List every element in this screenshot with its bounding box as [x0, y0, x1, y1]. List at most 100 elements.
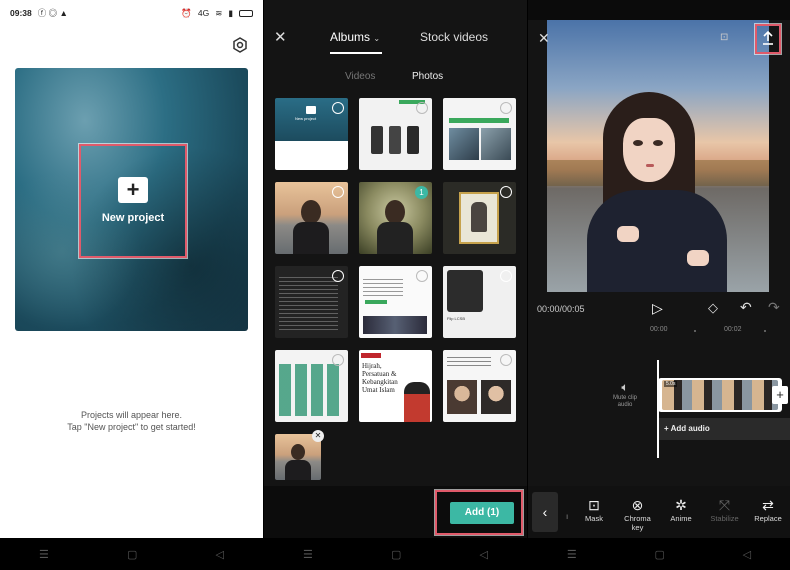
add-clip-button[interactable]: +: [772, 386, 788, 404]
tool-replace[interactable]: ⇄ Replace: [750, 496, 786, 532]
chroma-key-icon: ⊗: [631, 497, 644, 513]
grid-tiles: [279, 364, 343, 416]
resolution-icon[interactable]: ⊡: [720, 32, 728, 43]
character-hand: [687, 250, 709, 266]
menu-nav-icon[interactable]: ☰: [303, 548, 313, 561]
add-audio-track[interactable]: + Add audio: [658, 418, 790, 440]
photo-thumb-11[interactable]: Hijrah, Persatuan & Kebangkitan Umat Isl…: [359, 350, 432, 422]
clip-track[interactable]: 5.0s: [658, 378, 782, 412]
video-preview: [547, 20, 769, 292]
select-circle[interactable]: [500, 102, 512, 114]
back-nav-icon[interactable]: ◁: [479, 548, 487, 561]
back-nav-icon[interactable]: ◁: [215, 548, 223, 561]
photo-thumb-3[interactable]: [443, 98, 516, 170]
videos-subtab[interactable]: Videos: [345, 71, 375, 82]
clip-frames: 5.0s: [662, 380, 778, 410]
close-icon[interactable]: ✕: [274, 28, 287, 46]
ruler-mark-1: 00:02: [724, 326, 742, 333]
tool-mask[interactable]: ⊡ Mask: [576, 496, 612, 532]
tool-anime[interactable]: ✲ Anime: [663, 496, 699, 532]
select-circle[interactable]: [500, 270, 512, 282]
photo-thumb-2[interactable]: [359, 98, 432, 170]
media-picker: ✕ Albums ⌄ Stock videos Videos Photos Ne…: [264, 0, 527, 570]
albums-tab[interactable]: Albums ⌄: [330, 30, 380, 44]
photo-thumb-12[interactable]: [443, 350, 516, 422]
green-bar: [449, 118, 509, 123]
video-face: [447, 380, 477, 414]
poster-title: Hijrah, Persatuan & Kebangkitan Umat Isl…: [362, 362, 398, 394]
video-face: [481, 380, 511, 414]
home-nav-icon[interactable]: ▢: [127, 548, 137, 561]
back-nav-icon[interactable]: ◁: [743, 548, 751, 561]
empty-line-1: Projects will appear here.: [80, 410, 183, 420]
photo-thumb-9[interactable]: Flip LCSB: [443, 266, 516, 338]
thumb-plus-icon: [306, 106, 316, 114]
dark-strip: [363, 316, 427, 334]
play-icon[interactable]: ▷: [652, 300, 663, 317]
character-eye: [633, 140, 643, 146]
ruler-tick: [694, 330, 696, 332]
poster-line-1: Hijrah,: [362, 362, 382, 370]
poster-line-2: Persatuan &: [362, 370, 397, 378]
stock-videos-tab[interactable]: Stock videos: [420, 30, 488, 44]
tool-label: Stabilize: [710, 514, 739, 523]
system-nav: ☰ ▢ ◁: [528, 538, 790, 570]
collapse-toolbar-button[interactable]: ‹: [532, 492, 558, 532]
keyframe-icon[interactable]: ◇: [708, 300, 718, 316]
signal-icon: ▮: [228, 7, 233, 18]
code-lines: [279, 274, 338, 332]
albums-underline: [330, 52, 382, 54]
albums-label: Albums: [330, 30, 371, 44]
select-circle[interactable]: [416, 102, 428, 114]
alarm-icon: ⏰: [181, 7, 192, 18]
select-circle[interactable]: [332, 270, 344, 282]
home-nav-icon[interactable]: ▢: [655, 548, 665, 561]
photo-thumb-1[interactable]: New project: [275, 98, 348, 170]
stabilize-icon: ⤧: [718, 497, 731, 513]
poster-line-3: Kebangkitan: [362, 378, 398, 386]
select-circle[interactable]: [332, 102, 344, 114]
photos-subtab[interactable]: Photos: [412, 71, 443, 82]
system-nav: ☰ ▢ ◁: [264, 538, 527, 570]
select-circle[interactable]: [332, 354, 344, 366]
photo-thumb-10[interactable]: [275, 350, 348, 422]
system-nav: ☰ ▢ ◁: [0, 538, 263, 570]
photo-thumb-7[interactable]: [275, 266, 348, 338]
character-face: [623, 118, 675, 182]
menu-nav-icon[interactable]: ☰: [567, 548, 577, 561]
tool-chroma-key[interactable]: ⊗ Chroma key: [620, 496, 656, 532]
select-circle[interactable]: [500, 354, 512, 366]
text-lines: [447, 354, 491, 366]
photo-thumb-8[interactable]: [359, 266, 432, 338]
tool-stabilize[interactable]: ⤧ Stabilize: [707, 496, 743, 532]
close-editor-icon[interactable]: ✕: [538, 30, 550, 47]
select-circle[interactable]: [416, 270, 428, 282]
undo-icon[interactable]: ↶: [740, 299, 752, 316]
thumb-caption: Flip LCSB: [447, 316, 466, 321]
phone-mock: [389, 126, 401, 154]
mask-icon: ⊡: [588, 497, 600, 513]
tool-label: Anime: [670, 514, 692, 523]
replace-icon: ⇄: [762, 497, 774, 513]
home-nav-icon[interactable]: ▢: [391, 548, 401, 561]
text-lines: [363, 276, 403, 296]
character-mouth: [646, 164, 654, 167]
clip-duration: 5.0s: [664, 381, 678, 387]
settings-icon[interactable]: [232, 37, 248, 53]
photo-thumb-5[interactable]: 1: [359, 182, 432, 254]
selected-badge[interactable]: 1: [415, 186, 428, 199]
portrait-body: [377, 222, 413, 254]
photo-thumb-4[interactable]: [275, 182, 348, 254]
editor-screen: ✕ ⊡ 00:00/00:05 ▷ ◇ ↶ ↷ 00:00 00:02 🔈︎ M…: [528, 0, 790, 570]
empty-line-2: Tap "New project" to get started!: [67, 422, 196, 432]
select-circle[interactable]: [500, 186, 512, 198]
photo-thumb-6[interactable]: [443, 182, 516, 254]
tool-label: Replace: [754, 514, 782, 523]
remove-icon[interactable]: ✕: [312, 430, 324, 442]
playhead[interactable]: [657, 360, 659, 458]
menu-nav-icon[interactable]: ☰: [39, 548, 49, 561]
tool-list: ⊡ Mask ⊗ Chroma key ✲ Anime ⤧ Stabilize …: [576, 496, 786, 532]
mute-clip-audio[interactable]: 🔈︎ Mute clip audio: [608, 380, 642, 409]
select-circle[interactable]: [332, 186, 344, 198]
redo-icon[interactable]: ↷: [768, 299, 780, 316]
